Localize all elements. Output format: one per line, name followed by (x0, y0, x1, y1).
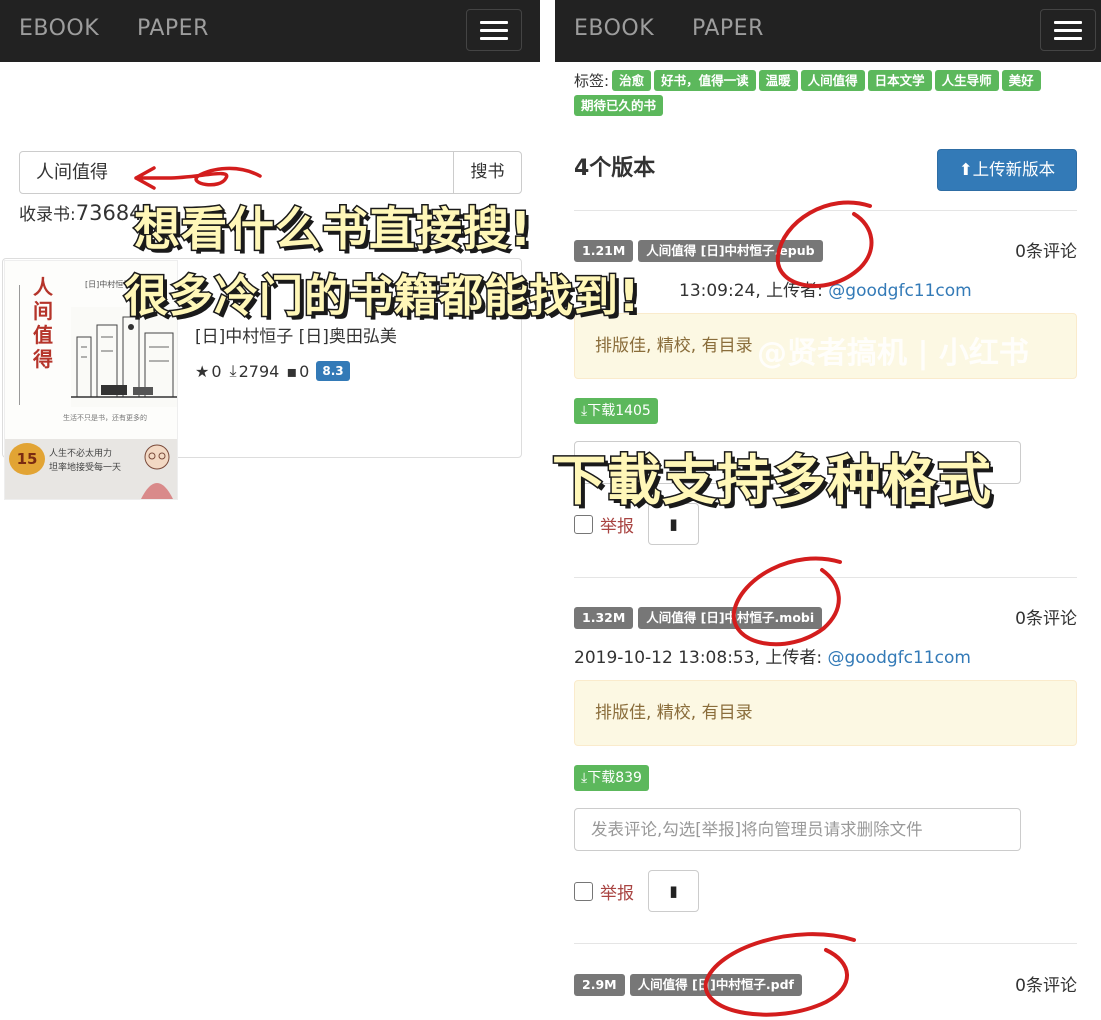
comment-count: 0条评论 (1015, 976, 1077, 996)
divider (574, 210, 1077, 211)
nav-ebook-link[interactable]: EBOOK (574, 16, 654, 41)
upload-new-version-button[interactable]: ⬆上传新版本 (937, 149, 1077, 191)
submit-comment-button[interactable]: ▮ (648, 870, 699, 912)
navbar: EBOOK PAPER (555, 0, 1101, 62)
report-label: 举报 (600, 516, 634, 537)
file-name-badge[interactable]: 人间值得 [日]中村恒子.epub (638, 240, 823, 262)
file-size-badge: 2.9M (574, 974, 625, 996)
upload-meta: 13:09:24, 上传者: @goodgfc11com (679, 281, 972, 301)
download-button[interactable]: ⤓下载839 (574, 765, 649, 791)
nav-paper-link[interactable]: PAPER (137, 16, 209, 41)
file-name-badge[interactable]: 人间值得 [日]中村恒子.mobi (638, 607, 823, 629)
cover-quote: 人生不必太用力 坦率地接受每一天 (49, 449, 122, 473)
tag[interactable]: 治愈 (612, 70, 652, 91)
tag-list: 标签: 治愈 好书，值得一读 温暖 人间值得 日本文学 人生导师 美好期待已久的书 (574, 69, 1074, 119)
star-icon: ★ (195, 361, 210, 381)
download-button[interactable]: ⤓下载1405 (574, 398, 658, 424)
download-icon: ⤓ (229, 361, 237, 380)
upload-icon: ⬆ (958, 160, 973, 179)
book-authors[interactable]: [日]中村恒子 [日]奥田弘美 (195, 322, 397, 347)
overlay-caption: 下載支持多种格式 (551, 448, 993, 514)
file-name-badge[interactable]: 人间值得 [日]中村恒子.pdf (629, 974, 802, 996)
tags-label: 标签: (574, 72, 610, 90)
book-stats: ★ 0 ⤓ 2794 ▪ 0 8.3 (195, 361, 350, 381)
overlay-caption: 很多冷门的书籍都能找到! (122, 270, 641, 324)
report-checkbox[interactable] (574, 514, 593, 534)
cover-title: 人间值得 (33, 275, 53, 371)
tag[interactable]: 好书，值得一读 (654, 70, 756, 91)
tag[interactable]: 日本文学 (867, 70, 932, 91)
file-size-badge: 1.21M (574, 240, 634, 262)
upload-meta: 2019-10-12 13:08:53, 上传者: @goodgfc11com (574, 648, 971, 668)
comment-count: 0条评论 (1015, 609, 1077, 629)
menu-toggle-button[interactable] (1040, 9, 1096, 51)
comment-icon: ▮ (669, 515, 678, 533)
uploader-link[interactable]: @goodgfc11com (828, 281, 971, 301)
cover-badge: 15 (9, 443, 45, 475)
comment-icon: ▮ (669, 882, 678, 900)
nav-paper-link[interactable]: PAPER (692, 16, 764, 41)
file-size-badge: 1.32M (574, 607, 634, 629)
score-badge: 8.3 (316, 361, 350, 381)
comment-icon: ▪ (286, 361, 298, 381)
tag[interactable]: 温暖 (758, 70, 798, 91)
version-note: 排版佳, 精校, 有目录 (574, 680, 1077, 746)
tag[interactable]: 美好 (1001, 70, 1041, 91)
book-count: 收录书:73684 (19, 201, 143, 225)
comment-count: 0条评论 (1015, 242, 1077, 262)
navbar: EBOOK PAPER (0, 0, 540, 62)
report-label: 举报 (600, 883, 634, 904)
versions-heading: 4个版本 (574, 156, 656, 181)
watermark: @贤者搞机 | 小红书 (757, 336, 1029, 371)
cover-portrait (141, 444, 173, 499)
cover-caption: 生活不只是书，还有更多的 (63, 414, 147, 422)
nav-ebook-link[interactable]: EBOOK (19, 16, 99, 41)
tag[interactable]: 期待已久的书 (574, 95, 664, 116)
divider (574, 943, 1077, 944)
menu-toggle-button[interactable] (466, 9, 522, 51)
search-input[interactable]: 人间值得 (19, 151, 454, 194)
divider (574, 577, 1077, 578)
tag[interactable]: 人间值得 (800, 70, 865, 91)
left-screenshot: EBOOK PAPER 人间值得 搜书 收录书:73684 人间值得 [日]中村… (0, 0, 540, 1020)
hamburger-icon (480, 21, 508, 24)
hamburger-icon (1054, 21, 1082, 24)
tag[interactable]: 人生导师 (934, 70, 999, 91)
search-button[interactable]: 搜书 (453, 151, 522, 194)
overlay-caption: 想看什么书直接搜! (133, 201, 533, 258)
report-checkbox[interactable] (574, 881, 593, 901)
uploader-link[interactable]: @goodgfc11com (828, 648, 971, 668)
comment-input[interactable]: 发表评论,勾选[举报]将向管理员请求删除文件 (574, 808, 1021, 851)
